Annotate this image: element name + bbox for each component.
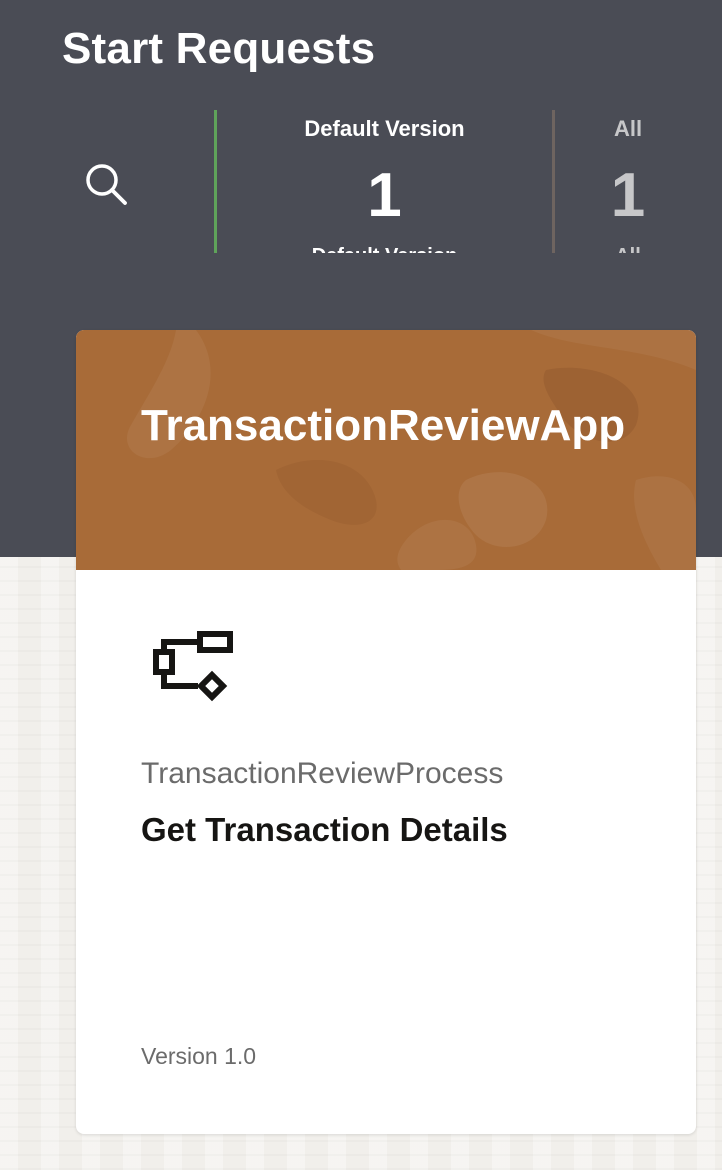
filter-tiles: Default Version 1 Default Version All 1 … bbox=[214, 110, 722, 253]
process-flow-icon bbox=[153, 631, 233, 702]
card-banner: TransactionReviewApp bbox=[76, 330, 696, 570]
card-app-name: TransactionReviewApp bbox=[141, 401, 626, 450]
filter-tile-count: 1 bbox=[610, 161, 646, 230]
card-version: Version 1.0 bbox=[141, 1043, 257, 1069]
filter-tile-count: 1 bbox=[367, 161, 402, 230]
filter-tile-sub-label: Default Version bbox=[217, 244, 552, 253]
request-card[interactable]: TransactionReviewApp TransactionReviewPr… bbox=[76, 330, 696, 1134]
filter-tile-label: All bbox=[613, 116, 643, 141]
filter-tile-label: Default Version bbox=[304, 116, 465, 141]
filter-tile-default-version[interactable]: Default Version 1 Default Version bbox=[214, 110, 552, 253]
search-button[interactable] bbox=[78, 156, 134, 212]
search-icon bbox=[86, 164, 127, 205]
card-process-name: TransactionReviewProcess bbox=[141, 757, 504, 790]
card-request-name: Get Transaction Details bbox=[141, 811, 508, 848]
page-title: Start Requests bbox=[62, 24, 376, 73]
filter-tile-sub-label: All bbox=[555, 244, 701, 253]
filter-tile-all[interactable]: All 1 All bbox=[552, 110, 722, 253]
